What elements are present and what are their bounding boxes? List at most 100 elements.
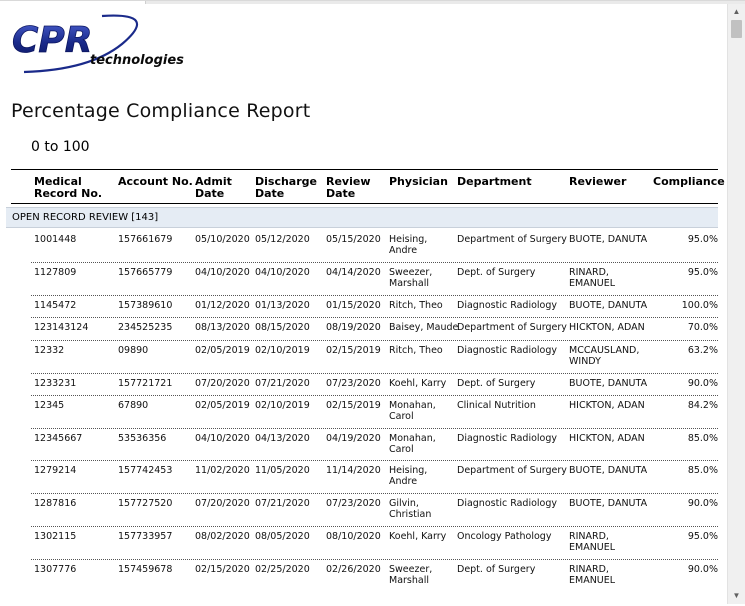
cell-reviewer: BUOTE, DANUTA <box>569 465 647 476</box>
reviewer-line: HICKTON, ADAN <box>569 322 645 333</box>
physician-line: Monahan, <box>389 433 436 444</box>
physician-line: Andre <box>389 245 418 256</box>
cell-discharge: 07/21/2020 <box>255 498 310 509</box>
cell-account: 157665779 <box>118 267 173 278</box>
scroll-up-arrow-icon[interactable]: ▲ <box>728 4 745 20</box>
row-separator <box>31 295 718 296</box>
physician-line: Carol <box>389 444 414 455</box>
physician-line: Heising, <box>389 234 428 245</box>
cpr-technologies-logo: CPR technologies <box>12 14 184 74</box>
cell-account: 157389610 <box>118 300 173 311</box>
column-header-reviewer: Reviewer <box>569 176 626 188</box>
cell-reviewer: HICKTON, ADAN <box>569 400 645 411</box>
reviewer-line: EMANUEL <box>569 575 616 586</box>
scroll-down-arrow-icon[interactable]: ▼ <box>728 588 745 604</box>
cell-department: Dept. of Surgery <box>457 267 536 278</box>
row-separator <box>31 428 718 429</box>
row-separator <box>31 262 718 263</box>
cell-physician: Ritch, Theo <box>389 300 443 311</box>
cell-compliance: 85.0% <box>687 465 718 476</box>
cell-department: Oncology Pathology <box>457 531 552 542</box>
cell-department: Department of Surgery <box>457 234 567 245</box>
section-header: OPEN RECORD REVIEW [143] <box>6 207 718 228</box>
column-header-compliance: Compliance <box>653 176 725 188</box>
cell-department: Clinical Nutrition <box>457 400 536 411</box>
reviewer-line: RINARD, <box>569 531 609 542</box>
cell-physician: Sweezer, Marshall <box>389 267 432 289</box>
row-separator <box>31 373 718 374</box>
reviewer-line: HICKTON, ADAN <box>569 400 645 411</box>
cell-physician: Sweezer, Marshall <box>389 564 432 586</box>
cell-account: 157721721 <box>118 378 173 389</box>
column-header-line: Date <box>326 187 356 200</box>
cell-discharge: 05/12/2020 <box>255 234 310 245</box>
cell-mrn: 12332 <box>34 345 65 356</box>
physician-line: Sweezer, <box>389 267 433 278</box>
reviewer-line: WINDY <box>569 356 601 367</box>
cell-reviewer: HICKTON, ADAN <box>569 322 645 333</box>
cell-admit: 07/20/2020 <box>195 378 250 389</box>
physician-line: Andre <box>389 476 418 487</box>
cell-account: 53536356 <box>118 433 167 444</box>
cell-mrn: 12345667 <box>34 433 83 444</box>
cell-compliance: 95.0% <box>687 267 718 278</box>
cell-account: 157459678 <box>118 564 173 575</box>
reviewer-line: RINARD, <box>569 267 609 278</box>
cell-compliance: 90.0% <box>687 564 718 575</box>
cell-review: 11/14/2020 <box>326 465 381 476</box>
cell-reviewer: BUOTE, DANUTA <box>569 300 647 311</box>
row-separator <box>31 526 718 527</box>
physician-line: Koehl, Karry <box>389 378 447 389</box>
cell-reviewer: BUOTE, DANUTA <box>569 234 647 245</box>
cell-review: 05/15/2020 <box>326 234 381 245</box>
cell-review: 08/19/2020 <box>326 322 381 333</box>
physician-line: Monahan, <box>389 400 436 411</box>
compliance-range: 0 to 100 <box>31 139 90 155</box>
reviewer-line: BUOTE, DANUTA <box>569 498 648 509</box>
reviewer-line: RINARD, <box>569 564 609 575</box>
cell-physician: Heising, Andre <box>389 234 427 256</box>
vertical-scrollbar[interactable]: ▲ ▼ <box>727 4 745 604</box>
column-header-physician: Physician <box>389 176 448 188</box>
cell-physician: Baisey, Maude <box>389 322 458 333</box>
physician-line: Marshall <box>389 278 429 289</box>
scroll-thumb[interactable] <box>731 20 742 38</box>
cell-physician: Monahan, Carol <box>389 400 436 422</box>
cell-review: 08/10/2020 <box>326 531 381 542</box>
cell-physician: Gilvin, Christian <box>389 498 431 520</box>
cell-physician: Koehl, Karry <box>389 378 446 389</box>
cell-review: 02/15/2019 <box>326 400 381 411</box>
cell-discharge: 07/21/2020 <box>255 378 310 389</box>
cell-mrn: 1279214 <box>34 465 77 476</box>
reviewer-line: BUOTE, DANUTA <box>569 234 648 245</box>
reviewer-line: BUOTE, DANUTA <box>569 378 648 389</box>
cell-department: Dept. of Surgery <box>457 564 536 575</box>
cell-discharge: 02/10/2019 <box>255 400 310 411</box>
column-header-line: Date <box>195 187 225 200</box>
cell-account: 09890 <box>118 345 149 356</box>
cell-mrn: 12345 <box>34 400 65 411</box>
cell-compliance: 70.0% <box>687 322 718 333</box>
logo-main-text: CPR <box>12 20 93 61</box>
reviewer-line: BUOTE, DANUTA <box>569 300 648 311</box>
cell-department: Department of Surgery <box>457 465 567 476</box>
column-header-line: Compliance <box>653 175 725 188</box>
column-header-line: Department <box>457 175 532 188</box>
cell-department: Diagnostic Radiology <box>457 345 557 356</box>
cell-department: Diagnostic Radiology <box>457 498 557 509</box>
cell-account: 157661679 <box>118 234 173 245</box>
cell-compliance: 63.2% <box>687 345 718 356</box>
cell-mrn: 123143124 <box>34 322 89 333</box>
cell-mrn: 1233231 <box>34 378 77 389</box>
cell-mrn: 1302115 <box>34 531 77 542</box>
cell-review: 07/23/2020 <box>326 378 381 389</box>
cell-discharge: 04/13/2020 <box>255 433 310 444</box>
reviewer-line: HICKTON, ADAN <box>569 433 645 444</box>
cell-compliance: 85.0% <box>687 433 718 444</box>
cell-department: Dept. of Surgery <box>457 378 536 389</box>
cell-admit: 08/13/2020 <box>195 322 250 333</box>
cell-reviewer: HICKTON, ADAN <box>569 433 645 444</box>
column-header-line: Account No. <box>118 175 193 188</box>
cell-compliance: 100.0% <box>681 300 718 311</box>
physician-line: Carol <box>389 411 414 422</box>
